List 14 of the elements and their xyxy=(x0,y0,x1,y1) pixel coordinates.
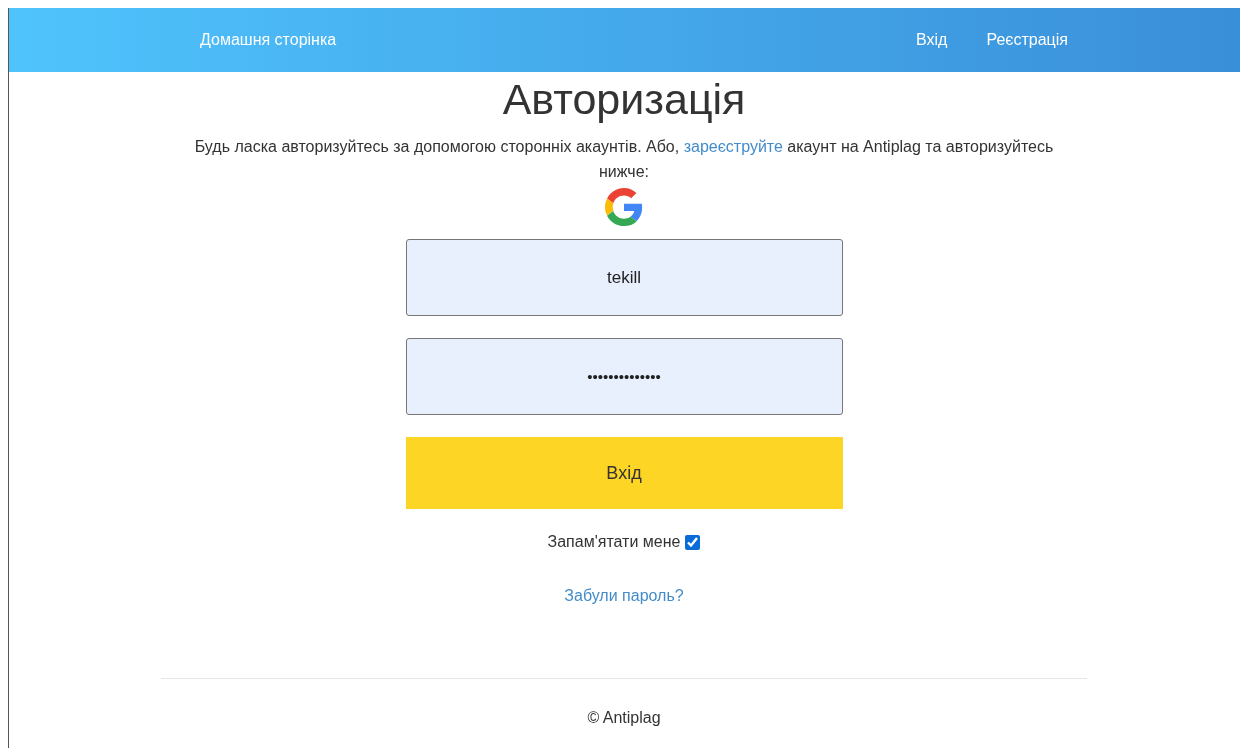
password-field[interactable]: •••••••••••••• xyxy=(405,338,843,415)
remember-checkbox[interactable] xyxy=(685,534,701,550)
home-link[interactable]: Домашня сторінка xyxy=(200,31,337,49)
forgot-password-link[interactable]: Забули пароль? xyxy=(564,587,684,605)
register-link[interactable]: зареєструйте xyxy=(683,138,783,155)
login-button[interactable]: Вхід xyxy=(405,437,843,509)
nav-link[interactable]: Реєстрація xyxy=(986,31,1068,49)
intro-text: Будь ласка авторизуйтесь за допомогою сторонніх акаунтів. Або, зареєструйте акаунт на Antiplag та авторизуйтесь нижче: xyxy=(194,137,1054,182)
page-title: Авторизація xyxy=(502,74,746,124)
footer-text: © Antiplag xyxy=(587,709,661,727)
nav-link[interactable]: Вхід xyxy=(916,31,948,49)
remember-label: Запам'ятати мене xyxy=(547,533,681,551)
google-icon[interactable] xyxy=(605,188,643,226)
username-field[interactable]: tekill xyxy=(405,239,843,316)
